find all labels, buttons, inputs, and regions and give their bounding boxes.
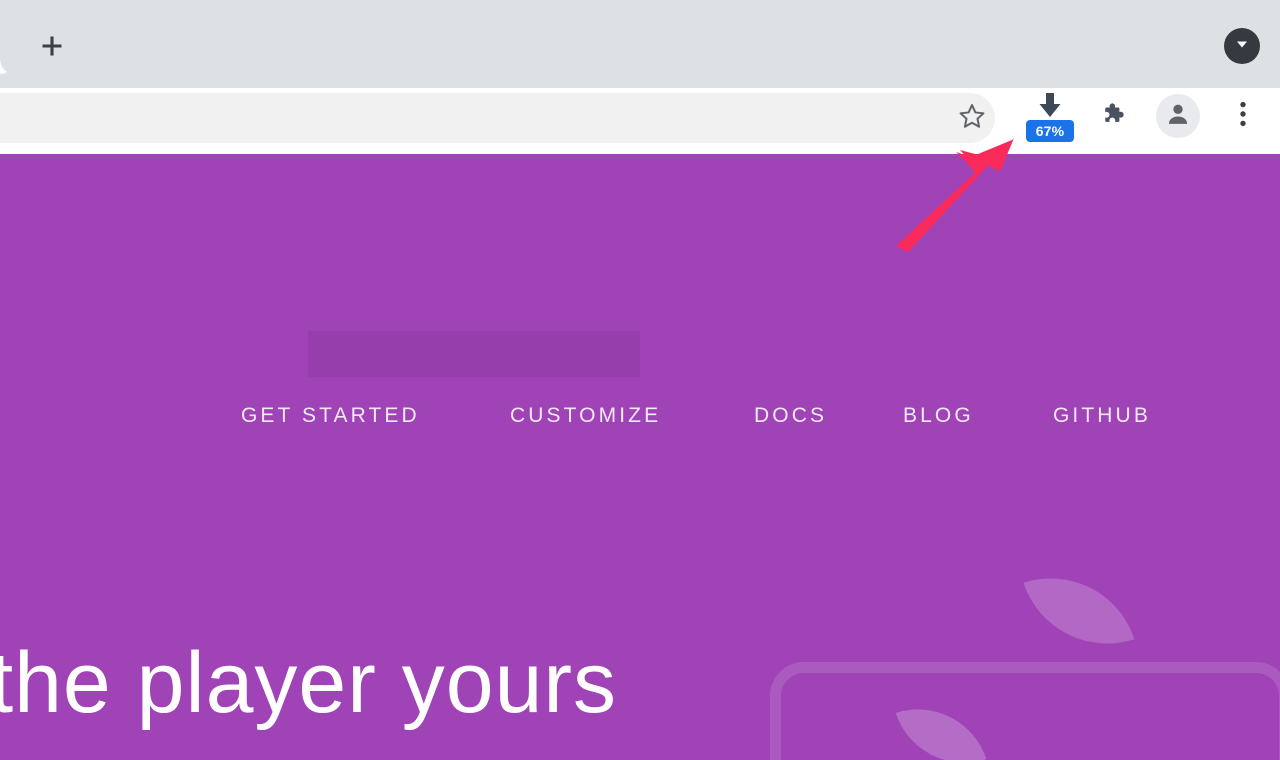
nav-item-customize[interactable]: CUSTOMIZE — [510, 404, 661, 428]
chevron-down-icon — [1233, 35, 1251, 58]
plus-icon — [39, 33, 65, 59]
address-bar-input[interactable] — [0, 93, 890, 143]
screen-outline-decoration — [770, 662, 1280, 760]
bookmark-button[interactable] — [950, 96, 994, 140]
avatar-icon — [1164, 100, 1192, 133]
three-dots-vertical-icon — [1240, 101, 1246, 132]
tab-search-button[interactable] — [1224, 28, 1260, 64]
star-icon — [958, 102, 986, 135]
extensions-button[interactable] — [1094, 96, 1134, 136]
site-logo-placeholder[interactable] — [308, 331, 640, 377]
tab-strip — [0, 0, 1280, 88]
nav-item-github[interactable]: GITHUB — [1053, 404, 1151, 428]
leaf-decoration-upper — [1023, 555, 1135, 667]
nav-item-docs[interactable]: DOCS — [754, 404, 827, 428]
nav-item-get-started[interactable]: GET STARTED — [241, 404, 420, 428]
browser-toolbar — [0, 88, 1280, 154]
browser-menu-button[interactable] — [1224, 96, 1262, 136]
new-tab-button[interactable] — [33, 27, 71, 65]
hero-headline: Make the player yours — [0, 635, 618, 731]
profile-button[interactable] — [1156, 94, 1200, 138]
downloads-button[interactable]: 67% — [1026, 92, 1074, 146]
web-page-content: GET STARTED CUSTOMIZE DOCS BLOG GITHUB M… — [0, 154, 1280, 760]
download-progress-badge: 67% — [1026, 120, 1074, 142]
omnibox[interactable] — [0, 93, 995, 143]
nav-item-blog[interactable]: BLOG — [903, 404, 974, 428]
active-tab-edge[interactable] — [0, 0, 15, 74]
puzzle-piece-icon — [1101, 101, 1127, 132]
browser-window: 67% GET STARTED CUSTOMIZE DOCS BLOG GITH… — [0, 0, 1280, 760]
